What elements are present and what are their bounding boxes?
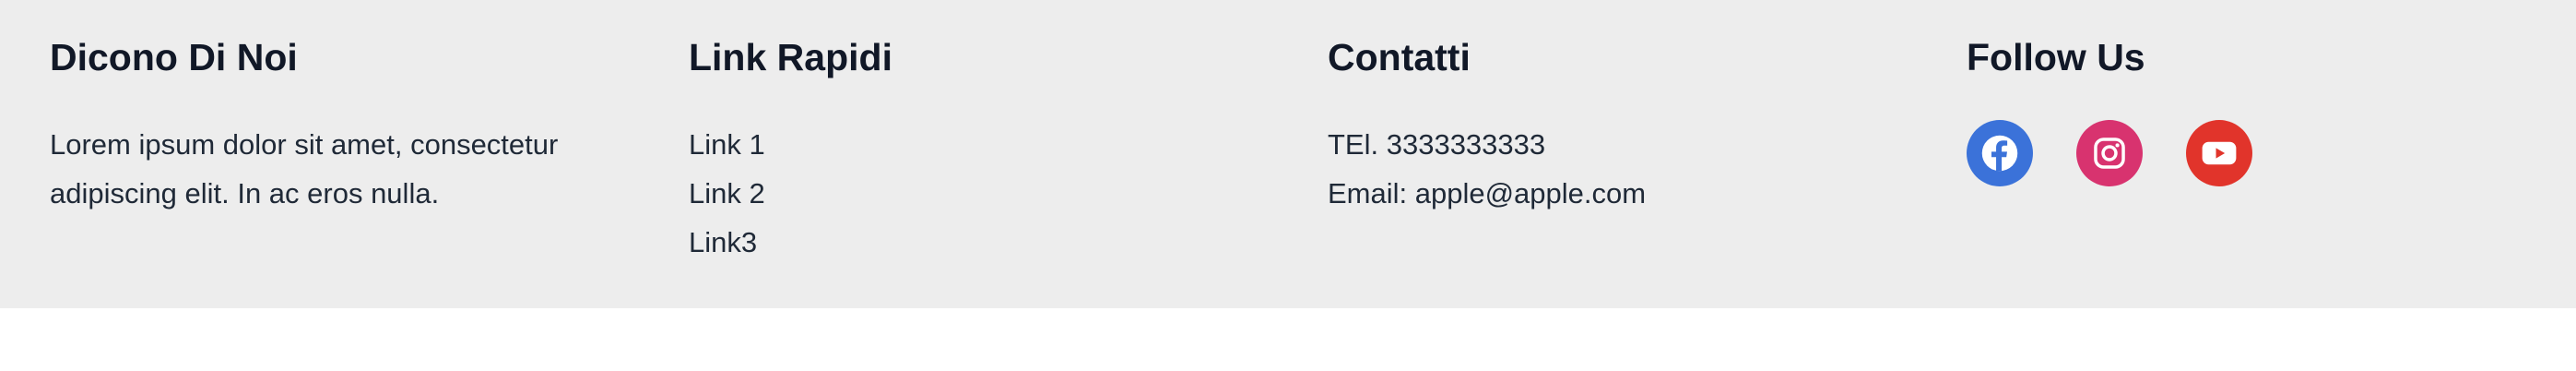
facebook-icon	[1980, 134, 2019, 173]
quick-links-heading: Link Rapidi	[689, 36, 892, 78]
quick-link-item: Link 2	[689, 169, 765, 218]
youtube-icon	[2200, 134, 2239, 173]
about-text: Lorem ipsum dolor sit amet, consectetur …	[50, 128, 559, 209]
quick-link-2[interactable]: Link 2	[689, 177, 765, 209]
youtube-button[interactable]	[2186, 120, 2252, 186]
quick-link-item: Link3	[689, 218, 765, 267]
contacts-heading: Contatti	[1328, 36, 1471, 78]
quick-link-item: Link 1	[689, 120, 765, 169]
contact-phone: TEl. 3333333333	[1328, 128, 1546, 161]
quick-link-1[interactable]: Link 1	[689, 128, 765, 161]
follow-heading: Follow Us	[1967, 36, 2145, 78]
about-heading: Dicono Di Noi	[50, 36, 298, 78]
contact-email: Email: apple@apple.com	[1328, 177, 1647, 209]
quick-link-3[interactable]: Link3	[689, 226, 757, 258]
social-links	[1967, 120, 2252, 186]
instagram-button[interactable]	[2076, 120, 2143, 186]
site-footer: Dicono Di Noi Lorem ipsum dolor sit amet…	[0, 0, 2576, 308]
quick-links-list: Link 1 Link 2 Link3	[689, 120, 765, 267]
contacts-list: TEl. 3333333333 Email: apple@apple.com	[1328, 120, 1646, 218]
instagram-icon	[2092, 136, 2127, 171]
facebook-button[interactable]	[1967, 120, 2033, 186]
